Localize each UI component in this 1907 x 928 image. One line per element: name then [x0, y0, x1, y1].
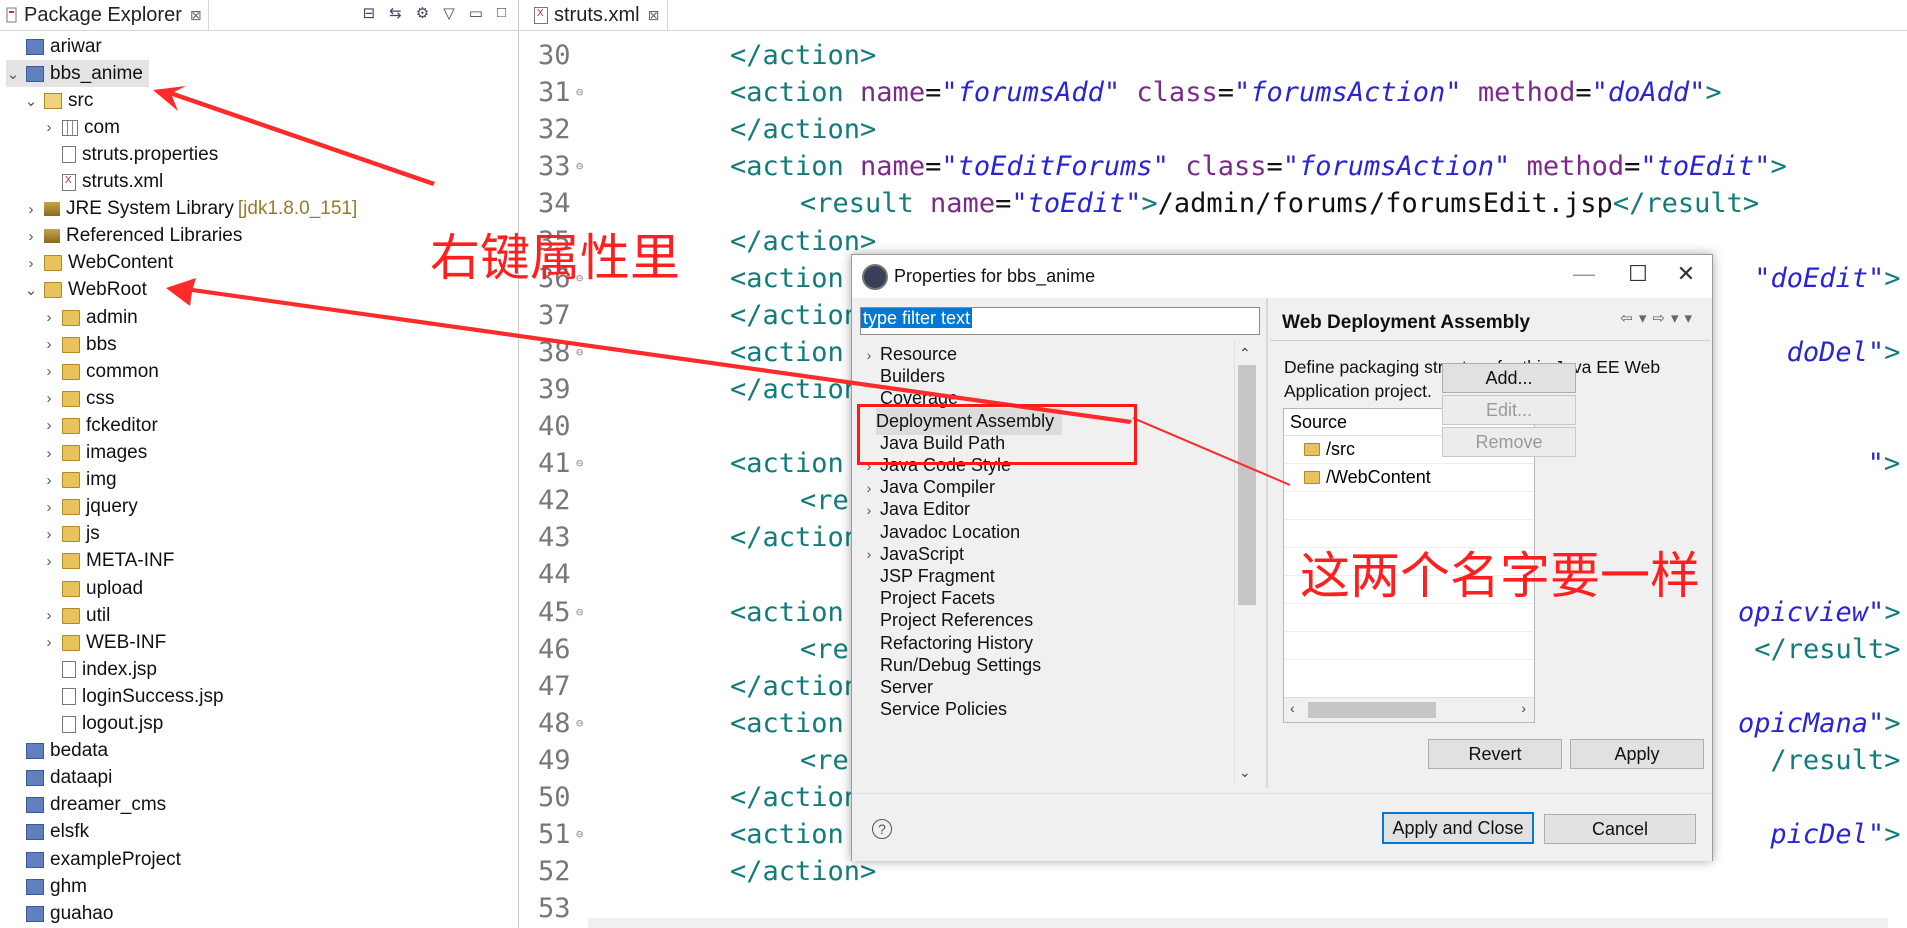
highlight-box — [857, 404, 1137, 465]
annotation-same-name: 这两个名字要一样 — [1300, 547, 1700, 605]
arrow-to-webroot — [166, 278, 1132, 424]
line-to-webcontent — [1132, 417, 1291, 486]
annotation-right-click: 右键属性里 — [430, 229, 680, 287]
arrow-to-project — [153, 86, 435, 186]
